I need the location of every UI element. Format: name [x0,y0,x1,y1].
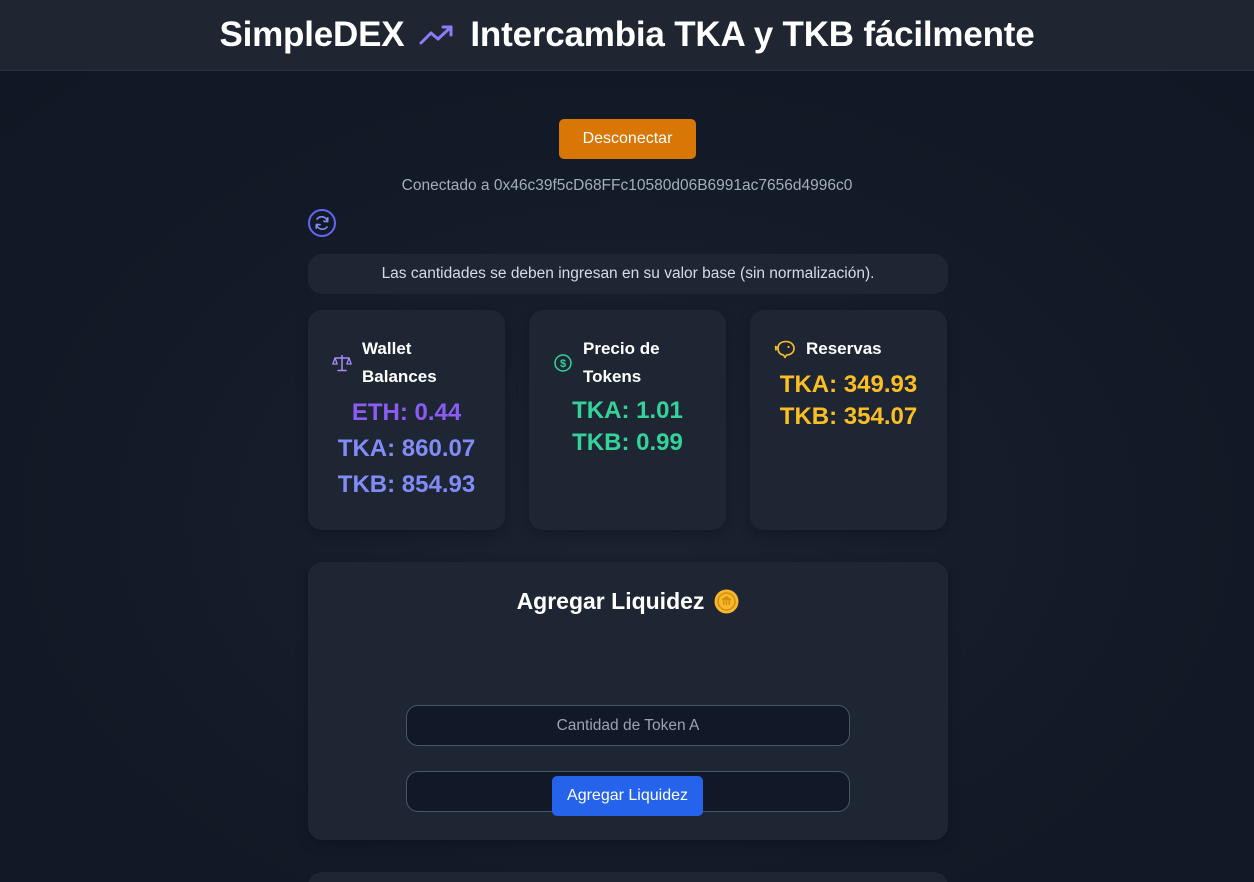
next-panel [308,872,948,882]
card-title-line2: Balances [362,367,437,386]
refresh-icon [315,216,329,230]
add-liquidity-panel: Agregar Liquidez Agregar Liquidez [308,562,948,840]
app-header: SimpleDEX Intercambia TKA y TKB fácilmen… [0,0,1254,71]
refresh-button[interactable] [308,209,336,237]
info-notice: Las cantidades se deben ingresan en su v… [308,254,948,294]
dollar-circle-icon: $ [554,354,572,372]
reserves-values: TKA: 349.93 TKB: 354.07 [750,369,947,433]
add-liquidity-button[interactable]: Agregar Liquidez [552,776,703,816]
svg-text:$: $ [560,358,566,370]
eth-balance: ETH: 0.44 [351,399,462,426]
brand-name: SimpleDEX [219,15,405,54]
trending-up-icon [419,25,453,45]
tkb-reserve: TKB: 354.07 [779,403,918,430]
card-title-line1: Precio de [583,339,660,358]
card-title-line1: Wallet [362,339,412,358]
wallet-balances-card: Wallet Balances ETH: 0.44 TKA: 860.07 TK… [308,310,505,530]
add-liquidity-title: Agregar Liquidez [308,588,948,615]
tka-reserve: TKA: 349.93 [779,371,918,398]
card-header: Wallet Balances [332,335,437,391]
reserves-card: Reservas TKA: 349.93 TKB: 354.07 [750,310,947,530]
app-title: SimpleDEX Intercambia TKA y TKB fácilmen… [219,15,1034,55]
card-title: Reservas [806,339,882,358]
app-tagline: Intercambia TKA y TKB fácilmente [470,15,1035,54]
coin-icon [714,589,739,614]
disconnect-button[interactable]: Desconectar [559,119,696,159]
tkb-balance: TKB: 854.93 [337,471,476,498]
token-price-card: $ Precio de Tokens TKA: 1.01 TKB: 0.99 [529,310,726,530]
scale-icon [332,355,352,372]
main-content: Desconectar Conectado a 0x46c39f5cD68FFc… [0,71,1254,882]
piggy-bank-icon [774,340,795,359]
tka-price: TKA: 1.01 [572,397,683,424]
tka-balance: TKA: 860.07 [337,435,476,462]
connected-address: Conectado a 0x46c39f5cD68FFc10580d06B699… [401,177,853,194]
wallet-values: ETH: 0.44 TKA: 860.07 TKB: 854.93 [308,395,505,503]
add-liquidity-heading: Agregar Liquidez [516,588,705,614]
tkb-price: TKB: 0.99 [572,429,683,456]
card-header: Reservas [774,335,882,363]
card-header: $ Precio de Tokens [553,335,660,391]
price-values: TKA: 1.01 TKB: 0.99 [529,395,726,459]
card-title-line2: Tokens [583,367,642,386]
token-a-amount-input[interactable] [406,705,850,746]
